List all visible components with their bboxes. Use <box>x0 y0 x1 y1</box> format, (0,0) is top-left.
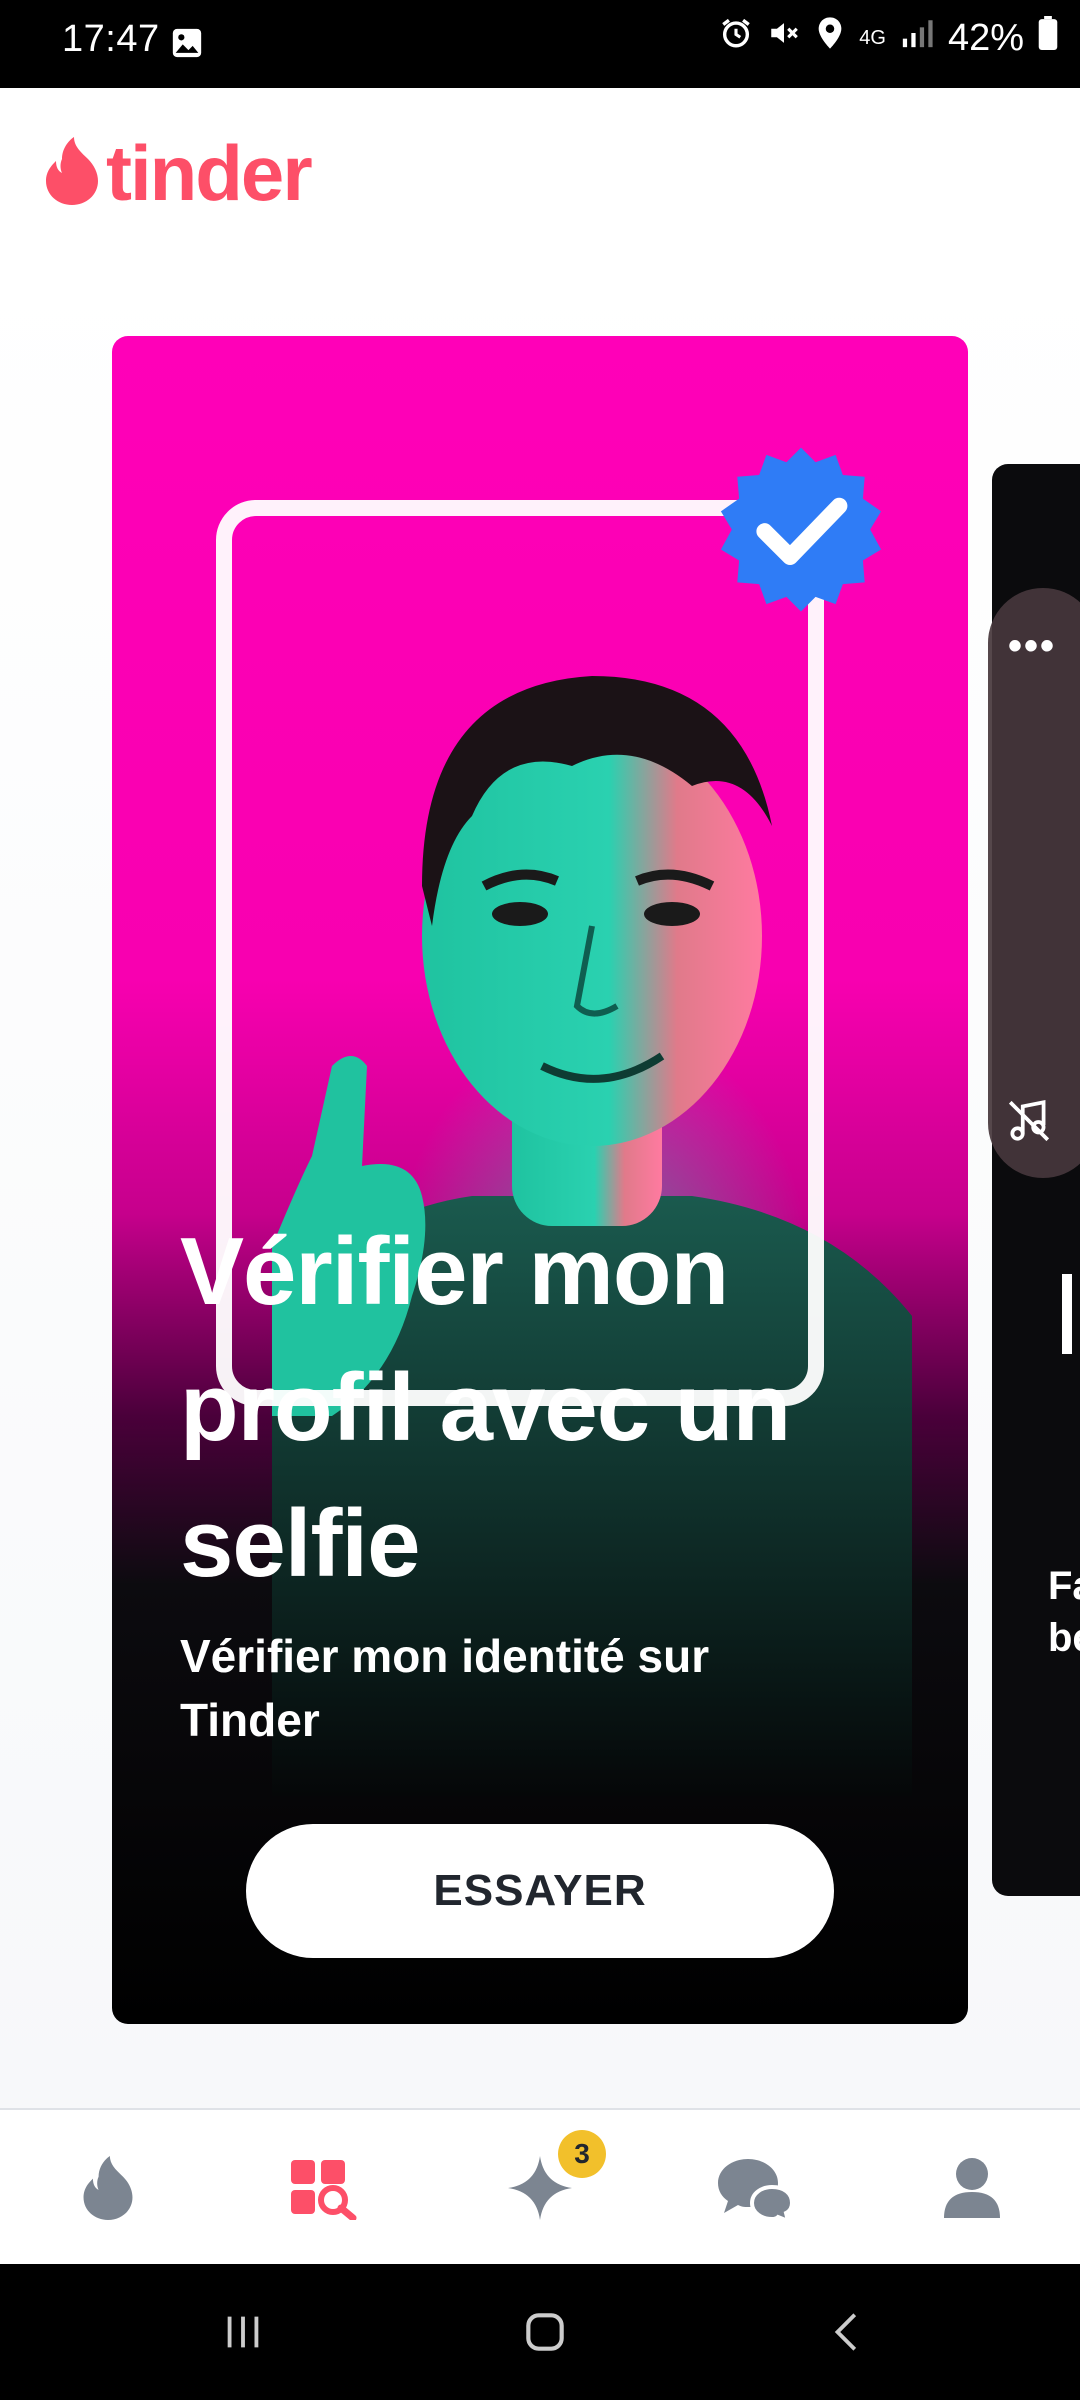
location-icon <box>815 16 845 60</box>
chat-icon <box>718 2159 795 2221</box>
side-floating-panel[interactable]: ••• <box>988 588 1080 1178</box>
card-title: Vérifier mon profil avec un selfie <box>180 1218 791 1597</box>
tab-explore[interactable] <box>216 2110 432 2266</box>
status-bar: 17:47 4G 42% <box>0 0 1080 88</box>
back-button[interactable] <box>774 2264 924 2400</box>
status-time: 17:47 <box>62 18 160 60</box>
selfie-verification-card[interactable]: Vérifier mon profil avec un selfie Vérif… <box>112 336 968 2024</box>
logo-text: tinder <box>106 129 313 217</box>
home-button[interactable] <box>470 2264 620 2400</box>
explore-icon <box>291 2160 357 2220</box>
card-subtitle: Vérifier mon identité sur Tinder <box>180 1630 710 1746</box>
recent-apps-button[interactable] <box>168 2264 318 2400</box>
app-header: tinder <box>0 88 1080 248</box>
next-card-title-fragment <box>1062 1274 1072 1354</box>
gallery-notification-icon <box>170 26 204 65</box>
tab-swipe[interactable] <box>0 2110 216 2266</box>
next-card-text: Fa be <box>1048 1564 1080 1660</box>
likes-count-badge: 3 <box>558 2130 606 2178</box>
tab-gold[interactable] <box>432 2110 648 2266</box>
home-icon <box>526 2313 564 2351</box>
profile-icon <box>944 2158 1000 2218</box>
alarm-icon <box>719 16 753 60</box>
tinder-logo[interactable]: tinder <box>44 128 313 219</box>
bottom-tab-bar: 3 <box>0 2108 1080 2266</box>
try-button[interactable]: ESSAYER <box>246 1824 834 1958</box>
music-off-icon[interactable] <box>1004 1096 1054 1151</box>
verified-badge-icon <box>720 447 882 612</box>
network-type: 4G <box>859 27 886 49</box>
recent-apps-icon <box>227 2316 259 2348</box>
battery-level: 42% <box>947 16 1024 59</box>
more-options-icon[interactable]: ••• <box>1008 624 1056 669</box>
battery-icon <box>1038 16 1058 60</box>
back-icon <box>834 2313 857 2351</box>
flame-icon <box>83 2156 133 2220</box>
signal-icon <box>900 16 934 60</box>
tab-messages[interactable] <box>648 2110 864 2266</box>
tab-profile[interactable] <box>864 2110 1080 2266</box>
mute-icon <box>767 16 801 60</box>
system-nav-bar <box>0 2264 1080 2400</box>
flame-logo-icon <box>44 137 100 210</box>
